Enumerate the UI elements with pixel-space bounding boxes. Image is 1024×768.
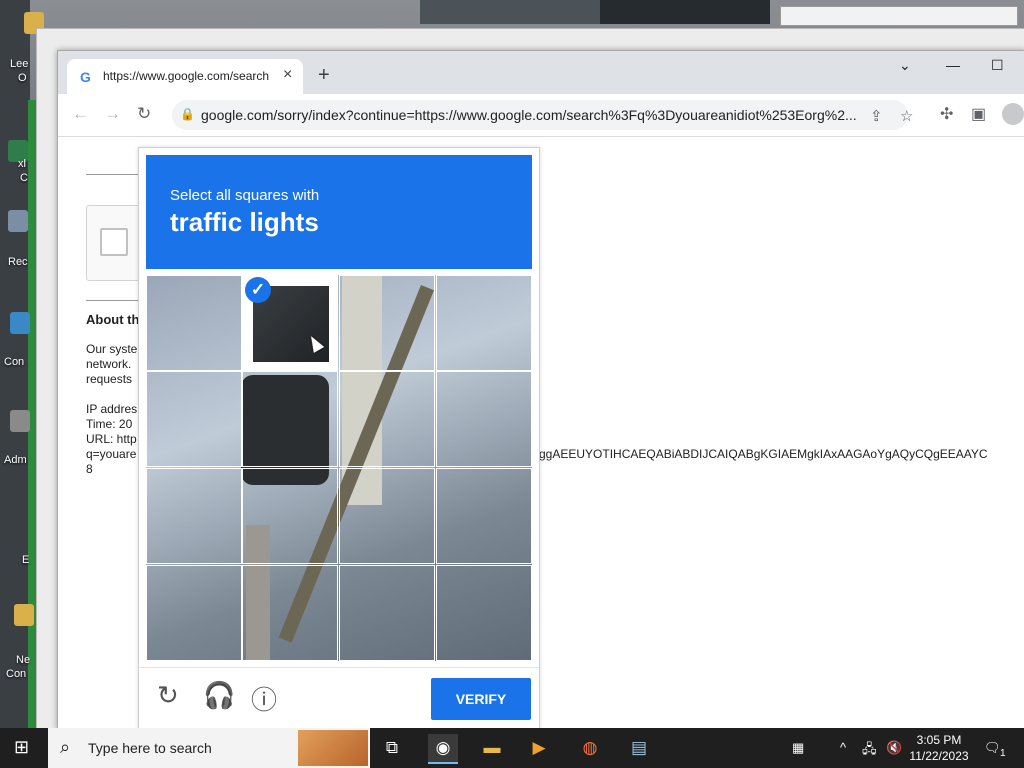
desktop-icon-label: Rec xyxy=(8,256,28,268)
back-arrow-icon[interactable]: ← xyxy=(72,104,89,124)
verify-button[interactable]: VERIFY xyxy=(431,678,531,720)
body-text-line: requests xyxy=(86,372,133,386)
control-panel-icon[interactable] xyxy=(10,312,30,334)
browser-toolbar: ← → ↻ 🔒 google.com/sorry/index?continue=… xyxy=(58,94,1024,137)
divider xyxy=(86,300,146,301)
captcha-tile[interactable] xyxy=(146,565,242,661)
desktop-icon-label: O xyxy=(18,72,27,84)
audio-challenge-icon[interactable]: 🎧 xyxy=(203,680,235,711)
captcha-tile[interactable] xyxy=(242,468,338,564)
reload-icon[interactable]: ↻ xyxy=(137,104,151,124)
captcha-tile[interactable] xyxy=(339,275,435,371)
time-line: Time: 20 xyxy=(86,417,133,431)
divider xyxy=(86,174,146,175)
captcha-tile-selected[interactable]: ✓ xyxy=(242,275,338,371)
recycle-bin-icon[interactable] xyxy=(8,210,28,232)
captcha-tile[interactable] xyxy=(339,565,435,661)
captcha-tile[interactable] xyxy=(339,371,435,467)
network-icon[interactable]: 🖧 xyxy=(862,740,877,762)
share-icon[interactable]: ⇪ xyxy=(870,107,883,125)
body-text-line: 8 xyxy=(86,462,93,476)
maximize-icon[interactable]: ☐ xyxy=(991,57,1004,74)
media-player-icon[interactable]: ▶ xyxy=(524,734,554,762)
address-bar[interactable]: 🔒 google.com/sorry/index?continue=https:… xyxy=(172,100,913,130)
background-building xyxy=(600,0,770,24)
taskbar-search-box[interactable]: ⌕ Type here to search xyxy=(48,728,370,768)
recaptcha-checkbox[interactable] xyxy=(100,228,128,256)
captcha-tile[interactable] xyxy=(339,468,435,564)
lock-icon: 🔒 xyxy=(180,107,195,121)
url-line: URL: http xyxy=(86,432,137,446)
body-text-line: Our syste xyxy=(86,342,138,356)
clock-time: 3:05 PM xyxy=(916,733,962,747)
desktop-icon-label: Ne xyxy=(16,654,31,666)
volume-muted-icon[interactable]: 🔇 xyxy=(886,740,902,756)
tab-search-chevron-icon[interactable]: ⌄ xyxy=(899,57,911,74)
desktop-icon-label: Lee xyxy=(10,58,29,70)
captcha-tile[interactable] xyxy=(242,565,338,661)
query-line: q=youare xyxy=(86,447,137,461)
task-view-icon[interactable]: ⧉ xyxy=(377,734,407,762)
search-icon: ⌕ xyxy=(60,737,71,757)
body-text-line: network. xyxy=(86,357,132,371)
desktop-icon-label: Con xyxy=(4,356,25,368)
folder-icon[interactable] xyxy=(14,604,34,626)
background-window xyxy=(780,6,1018,26)
desktop-icon-label: Con xyxy=(6,668,27,680)
extensions-puzzle-icon[interactable]: ✣ xyxy=(940,104,953,124)
admin-tools-icon[interactable] xyxy=(10,410,30,432)
search-highlight-art xyxy=(298,730,368,766)
bookmark-star-icon[interactable]: ☆ xyxy=(900,107,913,125)
check-icon: ✓ xyxy=(245,277,271,303)
profile-avatar[interactable] xyxy=(1002,103,1024,125)
show-hidden-icons-chevron-icon[interactable]: ^ xyxy=(840,740,846,755)
captcha-footer: ↻ 🎧 ⓘ VERIFY xyxy=(139,667,539,729)
news-widget-icon[interactable]: ▦ xyxy=(792,740,804,756)
captcha-tile[interactable] xyxy=(242,371,338,467)
ip-address-line: IP addres xyxy=(86,402,138,416)
task-manager-icon[interactable]: ▤ xyxy=(624,734,654,762)
notifications-icon[interactable]: 🗨 xyxy=(984,740,1001,756)
tab-strip: G https://www.google.com/search × + ⌄ — … xyxy=(58,51,1024,94)
background-building xyxy=(420,0,600,24)
captcha-tile[interactable] xyxy=(436,371,532,467)
url-tail-text: ggAEEUYOTIHCAEQABiABDIJCAIQABgKGIAEMgkIA… xyxy=(539,447,988,461)
about-heading: About th xyxy=(86,312,140,327)
file-explorer-icon[interactable]: ▬ xyxy=(477,734,507,762)
captcha-tile[interactable] xyxy=(436,468,532,564)
taskbar-clock[interactable]: 3:05 PM 11/22/2023 xyxy=(908,732,970,764)
side-panel-icon[interactable]: ▣ xyxy=(971,104,986,124)
new-tab-icon[interactable]: + xyxy=(318,64,330,87)
chrome-icon[interactable]: ◉ xyxy=(428,734,458,764)
captcha-tile[interactable] xyxy=(146,371,242,467)
clock-date: 11/22/2023 xyxy=(909,749,969,763)
captcha-image-grid: ✓ xyxy=(146,275,532,661)
captcha-challenge-popup: Select all squares with traffic lights ✓… xyxy=(138,147,540,729)
forward-arrow-icon[interactable]: → xyxy=(104,104,121,124)
captcha-target: traffic lights xyxy=(170,207,319,237)
windows-start-icon[interactable]: ⊞ xyxy=(14,737,29,758)
captcha-prompt: Select all squares with xyxy=(170,187,320,204)
captcha-tile[interactable] xyxy=(146,468,242,564)
address-url[interactable]: google.com/sorry/index?continue=https://… xyxy=(201,107,861,123)
desktop-icon-label: C xyxy=(20,172,28,184)
firefox-icon[interactable]: ◍ xyxy=(575,734,605,762)
desktop-icon-label: xl xyxy=(18,158,26,170)
captcha-tile[interactable] xyxy=(146,275,242,371)
desktop-icon-label: E xyxy=(22,554,30,566)
info-icon[interactable]: ⓘ xyxy=(251,680,277,717)
captcha-tile[interactable] xyxy=(436,565,532,661)
google-favicon-icon: G xyxy=(80,69,91,85)
browser-tab[interactable]: G https://www.google.com/search × xyxy=(67,59,303,94)
taskbar: ⊞ ⌕ Type here to search ⧉ ◉ ▬ ▶ ◍ ▤ ▦ ^ … xyxy=(0,728,1024,768)
close-tab-icon[interactable]: × xyxy=(283,66,292,84)
search-placeholder: Type here to search xyxy=(88,740,212,756)
minimize-icon[interactable]: — xyxy=(946,57,960,73)
desktop-icon-label: Adm xyxy=(4,454,27,466)
notifications-count: 1 xyxy=(1000,748,1006,759)
reload-challenge-icon[interactable]: ↻ xyxy=(157,680,179,711)
captcha-header: Select all squares with traffic lights xyxy=(146,155,532,269)
tab-title: https://www.google.com/search xyxy=(103,69,270,83)
captcha-tile[interactable] xyxy=(436,275,532,371)
